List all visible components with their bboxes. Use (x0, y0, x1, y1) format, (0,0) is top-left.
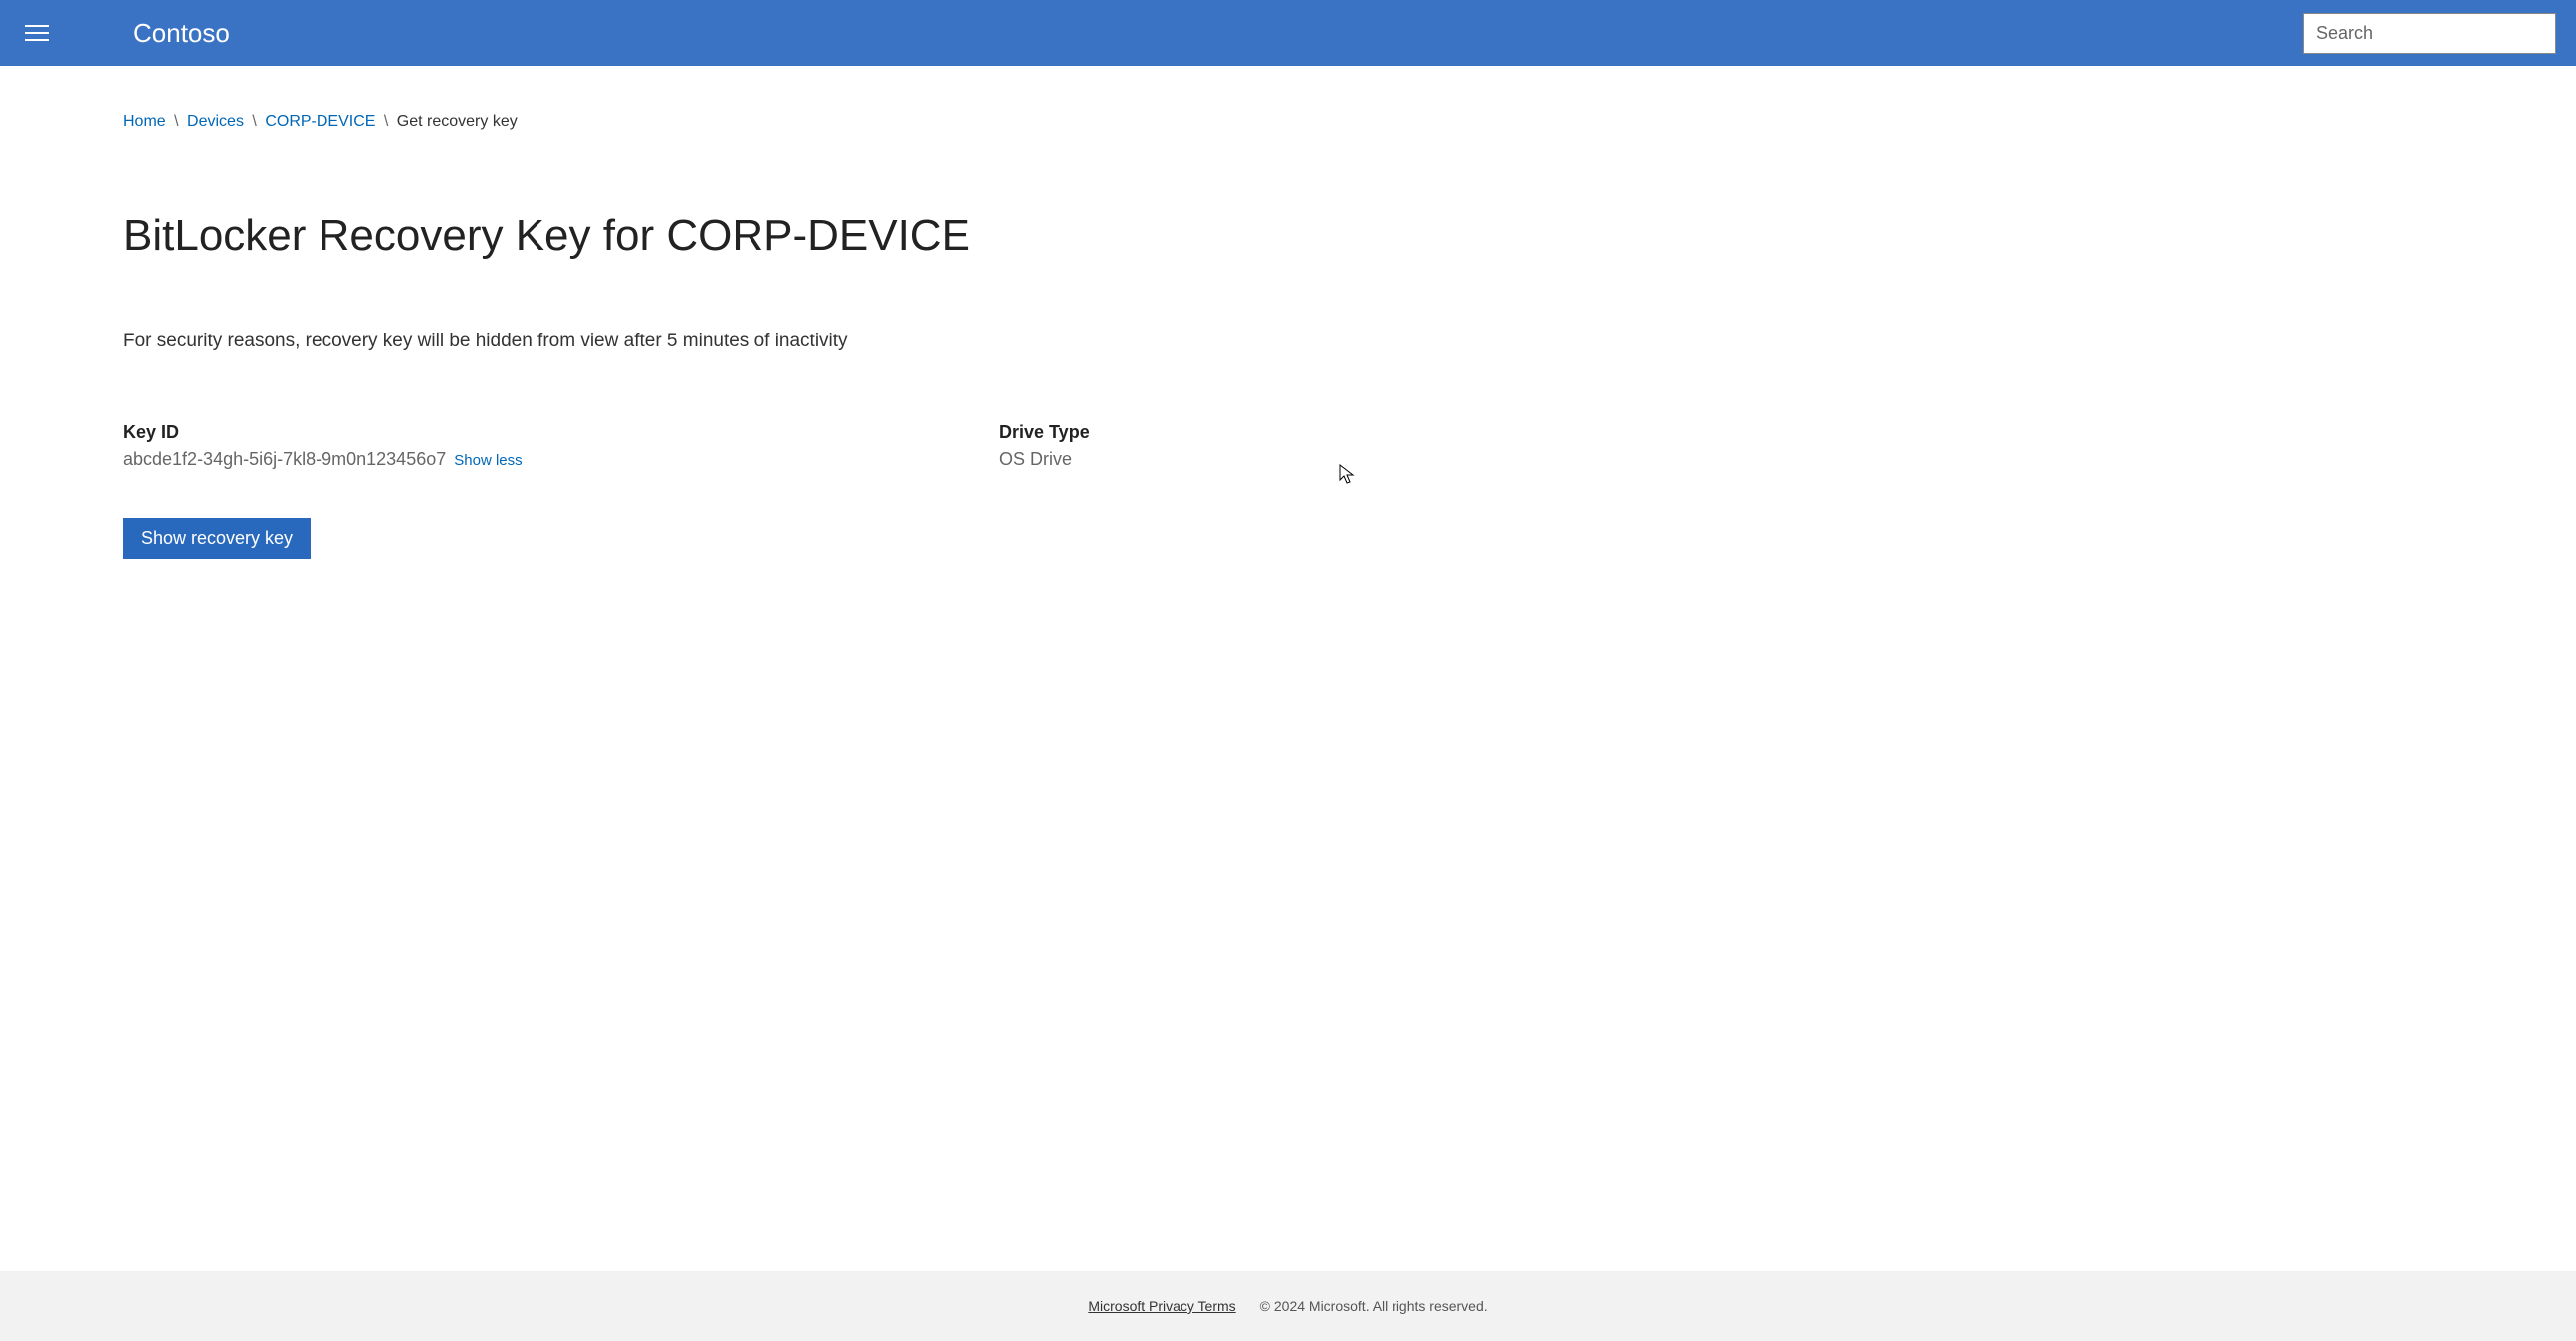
key-id-value-row: abcde1f2-34gh-5i6j-7kl8-9m0n123456o7 Sho… (123, 449, 880, 470)
drive-type-label: Drive Type (999, 422, 1090, 443)
drive-type-field: Drive Type OS Drive (999, 422, 1090, 470)
breadcrumb-separator: \ (174, 113, 178, 130)
header-left: Contoso (20, 18, 230, 49)
details-section: Key ID abcde1f2-34gh-5i6j-7kl8-9m0n12345… (123, 422, 2453, 470)
brand-name[interactable]: Contoso (133, 18, 230, 49)
copyright-text: © 2024 Microsoft. All rights reserved. (1260, 1298, 1488, 1314)
security-info-text: For security reasons, recovery key will … (123, 331, 2453, 352)
drive-type-value: OS Drive (999, 449, 1072, 470)
breadcrumb-device-name[interactable]: CORP-DEVICE (265, 113, 375, 130)
search-box[interactable] (2303, 13, 2556, 54)
breadcrumb-separator: \ (252, 113, 256, 130)
show-recovery-key-button[interactable]: Show recovery key (123, 518, 311, 559)
breadcrumb-devices[interactable]: Devices (187, 113, 244, 130)
page-title: BitLocker Recovery Key for CORP-DEVICE (123, 211, 2453, 261)
drive-type-value-row: OS Drive (999, 449, 1090, 470)
hamburger-menu-icon[interactable] (20, 20, 54, 46)
key-id-field: Key ID abcde1f2-34gh-5i6j-7kl8-9m0n12345… (123, 422, 880, 470)
breadcrumb-separator: \ (384, 113, 388, 130)
breadcrumb-current: Get recovery key (397, 113, 518, 130)
breadcrumb-home[interactable]: Home (123, 113, 166, 130)
key-id-value: abcde1f2-34gh-5i6j-7kl8-9m0n123456o7 (123, 449, 446, 470)
breadcrumb: Home \ Devices \ CORP-DEVICE \ Get recov… (123, 113, 2453, 131)
key-id-label: Key ID (123, 422, 880, 443)
main-content: Home \ Devices \ CORP-DEVICE \ Get recov… (0, 66, 2576, 1271)
show-less-link[interactable]: Show less (454, 452, 522, 469)
search-input[interactable] (2316, 23, 2547, 44)
top-header: Contoso (0, 0, 2576, 66)
privacy-link[interactable]: Microsoft Privacy Terms (1088, 1298, 1235, 1314)
footer: Microsoft Privacy Terms © 2024 Microsoft… (0, 1271, 2576, 1341)
